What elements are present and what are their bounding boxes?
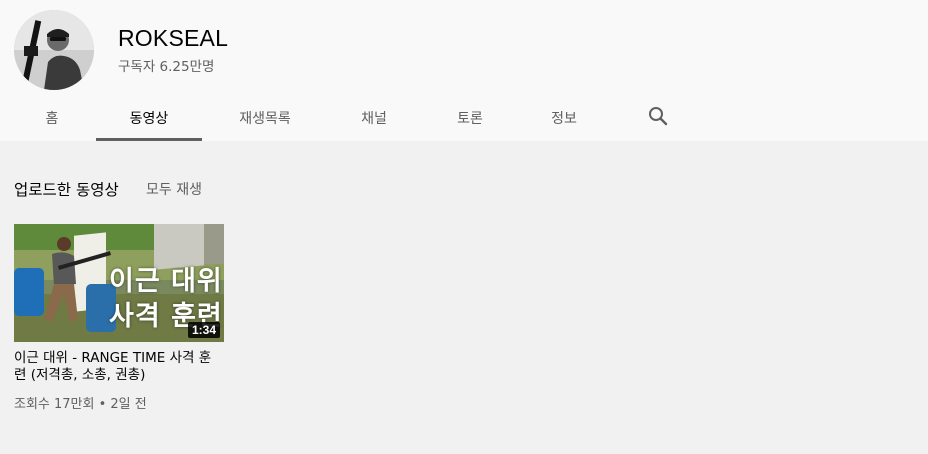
section-title: 업로드한 동영상 xyxy=(14,181,119,199)
tab-channels[interactable]: 채널 xyxy=(348,96,400,141)
subscriber-count: 구독자 6.25만명 xyxy=(118,59,215,75)
channel-tabs: 홈 동영상 재생목록 채널 토론 정보 xyxy=(0,96,928,141)
channel-header: ROKSEAL 구독자 6.25만명 홈 동영상 재생목록 채널 토론 정보 xyxy=(0,0,928,141)
video-thumbnail[interactable]: 이근 대위 사격 훈련 1:34 xyxy=(14,224,224,342)
active-tab-indicator xyxy=(96,138,202,141)
search-icon[interactable] xyxy=(646,104,670,128)
tab-about[interactable]: 정보 xyxy=(538,96,590,141)
channel-name: ROKSEAL xyxy=(118,25,229,51)
video-meta: 조회수 17만회 • 2일 전 xyxy=(14,397,147,412)
tab-videos[interactable]: 동영상 xyxy=(96,96,202,141)
thumbnail-caption-line1: 이근 대위 xyxy=(109,266,223,297)
video-duration: 1:34 xyxy=(187,322,220,338)
play-all-button[interactable]: 모두 재생 xyxy=(146,179,202,199)
video-title[interactable]: 이근 대위 - RANGE TIME 사격 훈련 (저격총, 소총, 권총) xyxy=(14,350,219,384)
tab-playlists[interactable]: 재생목록 xyxy=(228,96,302,141)
tab-home[interactable]: 홈 xyxy=(30,96,74,141)
tab-discussion[interactable]: 토론 xyxy=(444,96,496,141)
channel-avatar[interactable] xyxy=(14,10,94,90)
